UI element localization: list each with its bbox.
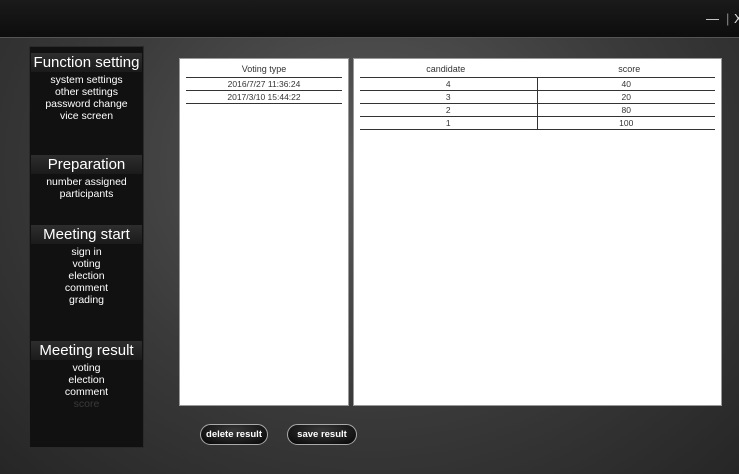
table-row[interactable]: 3 20: [360, 91, 715, 104]
results-panel: candidate score 4 40 3 20 2 80 1 100: [353, 58, 722, 406]
sidebar: Function setting system settings other s…: [29, 46, 144, 448]
sidebar-section-meeting-result: Meeting result voting election comment s…: [30, 341, 143, 410]
sidebar-item-participants[interactable]: participants: [30, 188, 143, 200]
sidebar-item-password-change[interactable]: password change: [30, 98, 143, 110]
voting-record-row[interactable]: 2017/3/10 15:44:22: [186, 91, 342, 104]
sidebar-item-grading[interactable]: grading: [30, 294, 143, 306]
sidebar-item-number-assigned[interactable]: number assigned: [30, 176, 143, 188]
results-header: candidate score: [354, 59, 721, 77]
section-title: Meeting start: [31, 225, 142, 244]
candidate-cell: 2: [360, 104, 538, 116]
section-title: Meeting result: [31, 341, 142, 360]
candidate-cell: 3: [360, 91, 538, 103]
sidebar-item-result-comment[interactable]: comment: [30, 386, 143, 398]
score-cell: 20: [621, 92, 631, 102]
sidebar-item-other-settings[interactable]: other settings: [30, 86, 143, 98]
sidebar-item-result-score[interactable]: score: [30, 398, 143, 410]
sidebar-item-system-settings[interactable]: system settings: [30, 74, 143, 86]
table-row[interactable]: 2 80: [360, 104, 715, 117]
delete-result-button[interactable]: delete result: [200, 424, 268, 445]
sidebar-section-function-setting: Function setting system settings other s…: [30, 53, 143, 122]
close-button[interactable]: X: [734, 11, 739, 26]
sidebar-item-voting[interactable]: voting: [30, 258, 143, 270]
sidebar-item-sign-in[interactable]: sign in: [30, 246, 143, 258]
sidebar-item-vice-screen[interactable]: vice screen: [30, 110, 143, 122]
score-cell: 40: [621, 79, 631, 89]
sidebar-section-preparation: Preparation number assigned participants: [30, 155, 143, 200]
section-title: Preparation: [31, 155, 142, 174]
score-cell: 80: [621, 105, 631, 115]
results-table: 4 40 3 20 2 80 1 100: [360, 77, 715, 130]
table-row[interactable]: 1 100: [360, 117, 715, 130]
voting-list-panel: Voting type 2016/7/27 11:36:24 2017/3/10…: [179, 58, 349, 406]
save-result-button[interactable]: save result: [287, 424, 357, 445]
section-title: Function setting: [31, 53, 142, 72]
voting-record-row[interactable]: 2016/7/27 11:36:24: [186, 78, 342, 91]
sidebar-item-comment[interactable]: comment: [30, 282, 143, 294]
column-header-candidate: candidate: [426, 64, 466, 74]
sidebar-item-result-voting[interactable]: voting: [30, 362, 143, 374]
title-bar-separator: |: [726, 11, 730, 26]
candidate-cell: 1: [360, 117, 538, 129]
minimize-button[interactable]: —: [706, 11, 719, 26]
candidate-cell: 4: [360, 78, 538, 90]
table-row[interactable]: 4 40: [360, 78, 715, 91]
sidebar-item-result-election[interactable]: election: [30, 374, 143, 386]
title-bar: — | X: [0, 0, 739, 38]
score-cell: 100: [619, 118, 634, 128]
voting-list-header: Voting type: [241, 64, 287, 74]
column-header-score: score: [618, 64, 641, 74]
sidebar-item-election[interactable]: election: [30, 270, 143, 282]
sidebar-section-meeting-start: Meeting start sign in voting election co…: [30, 225, 143, 306]
